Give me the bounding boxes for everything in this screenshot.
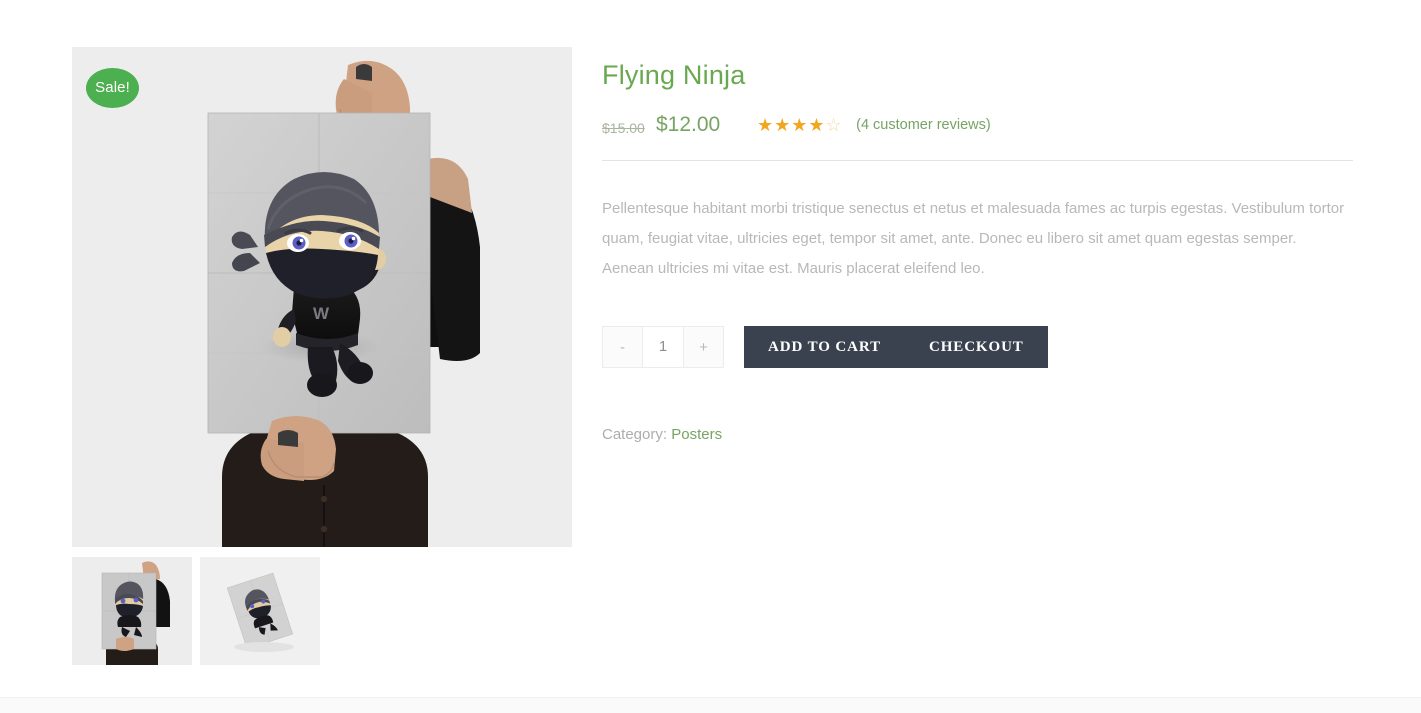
product-summary: Flying Ninja $15.00 $12.00 ★★★★☆ (4 cust… [602, 58, 1354, 443]
product-gallery: Sale! W [72, 47, 572, 665]
main-product-image[interactable]: Sale! W [72, 47, 572, 547]
star-empty-icon: ☆ [825, 115, 843, 135]
summary-divider [602, 160, 1353, 161]
quantity-decrease-button[interactable]: - [603, 327, 643, 367]
page-title: Flying Ninja [602, 60, 746, 90]
thumbnail-1[interactable] [200, 557, 320, 665]
category-label: Category: [602, 426, 668, 443]
svg-text:W: W [313, 304, 330, 323]
product-description: Pellentesque habitant morbi tristique se… [602, 200, 1345, 277]
stars-filled-icon: ★★★★ [757, 115, 826, 135]
product-meta: Category: Posters [602, 426, 1354, 443]
quantity-input[interactable] [643, 327, 683, 367]
thumbnail-0[interactable] [72, 557, 192, 665]
bottom-hand [260, 416, 336, 481]
add-to-cart-button[interactable]: ADD TO CART [744, 326, 906, 368]
poster-sheet: W [207, 112, 431, 434]
product-photo: W [72, 47, 572, 547]
footer-strip [0, 697, 1421, 713]
thumbnail-list [72, 557, 572, 665]
quantity-stepper: - + [602, 326, 724, 368]
checkout-button[interactable]: CHECKOUT [905, 326, 1048, 368]
star-rating-icon: ★★★★☆ [757, 114, 843, 136]
customer-reviews-link[interactable]: (4 customer reviews) [856, 117, 991, 133]
price-original: $15.00 [602, 120, 645, 136]
price-row: $15.00 $12.00 ★★★★☆ (4 customer reviews) [602, 113, 1354, 139]
rating: ★★★★☆ (4 customer reviews) [757, 114, 991, 138]
sale-badge: Sale! [86, 68, 139, 108]
category-link[interactable]: Posters [671, 426, 722, 443]
price-current: $12.00 [656, 113, 721, 136]
cart-form: - + ADD TO CART CHECKOUT [602, 326, 1354, 368]
product-page: Sale! W Flying Ninja $15.00 $12.00 ★★★★☆… [0, 0, 1421, 713]
quantity-increase-button[interactable]: + [683, 327, 723, 367]
